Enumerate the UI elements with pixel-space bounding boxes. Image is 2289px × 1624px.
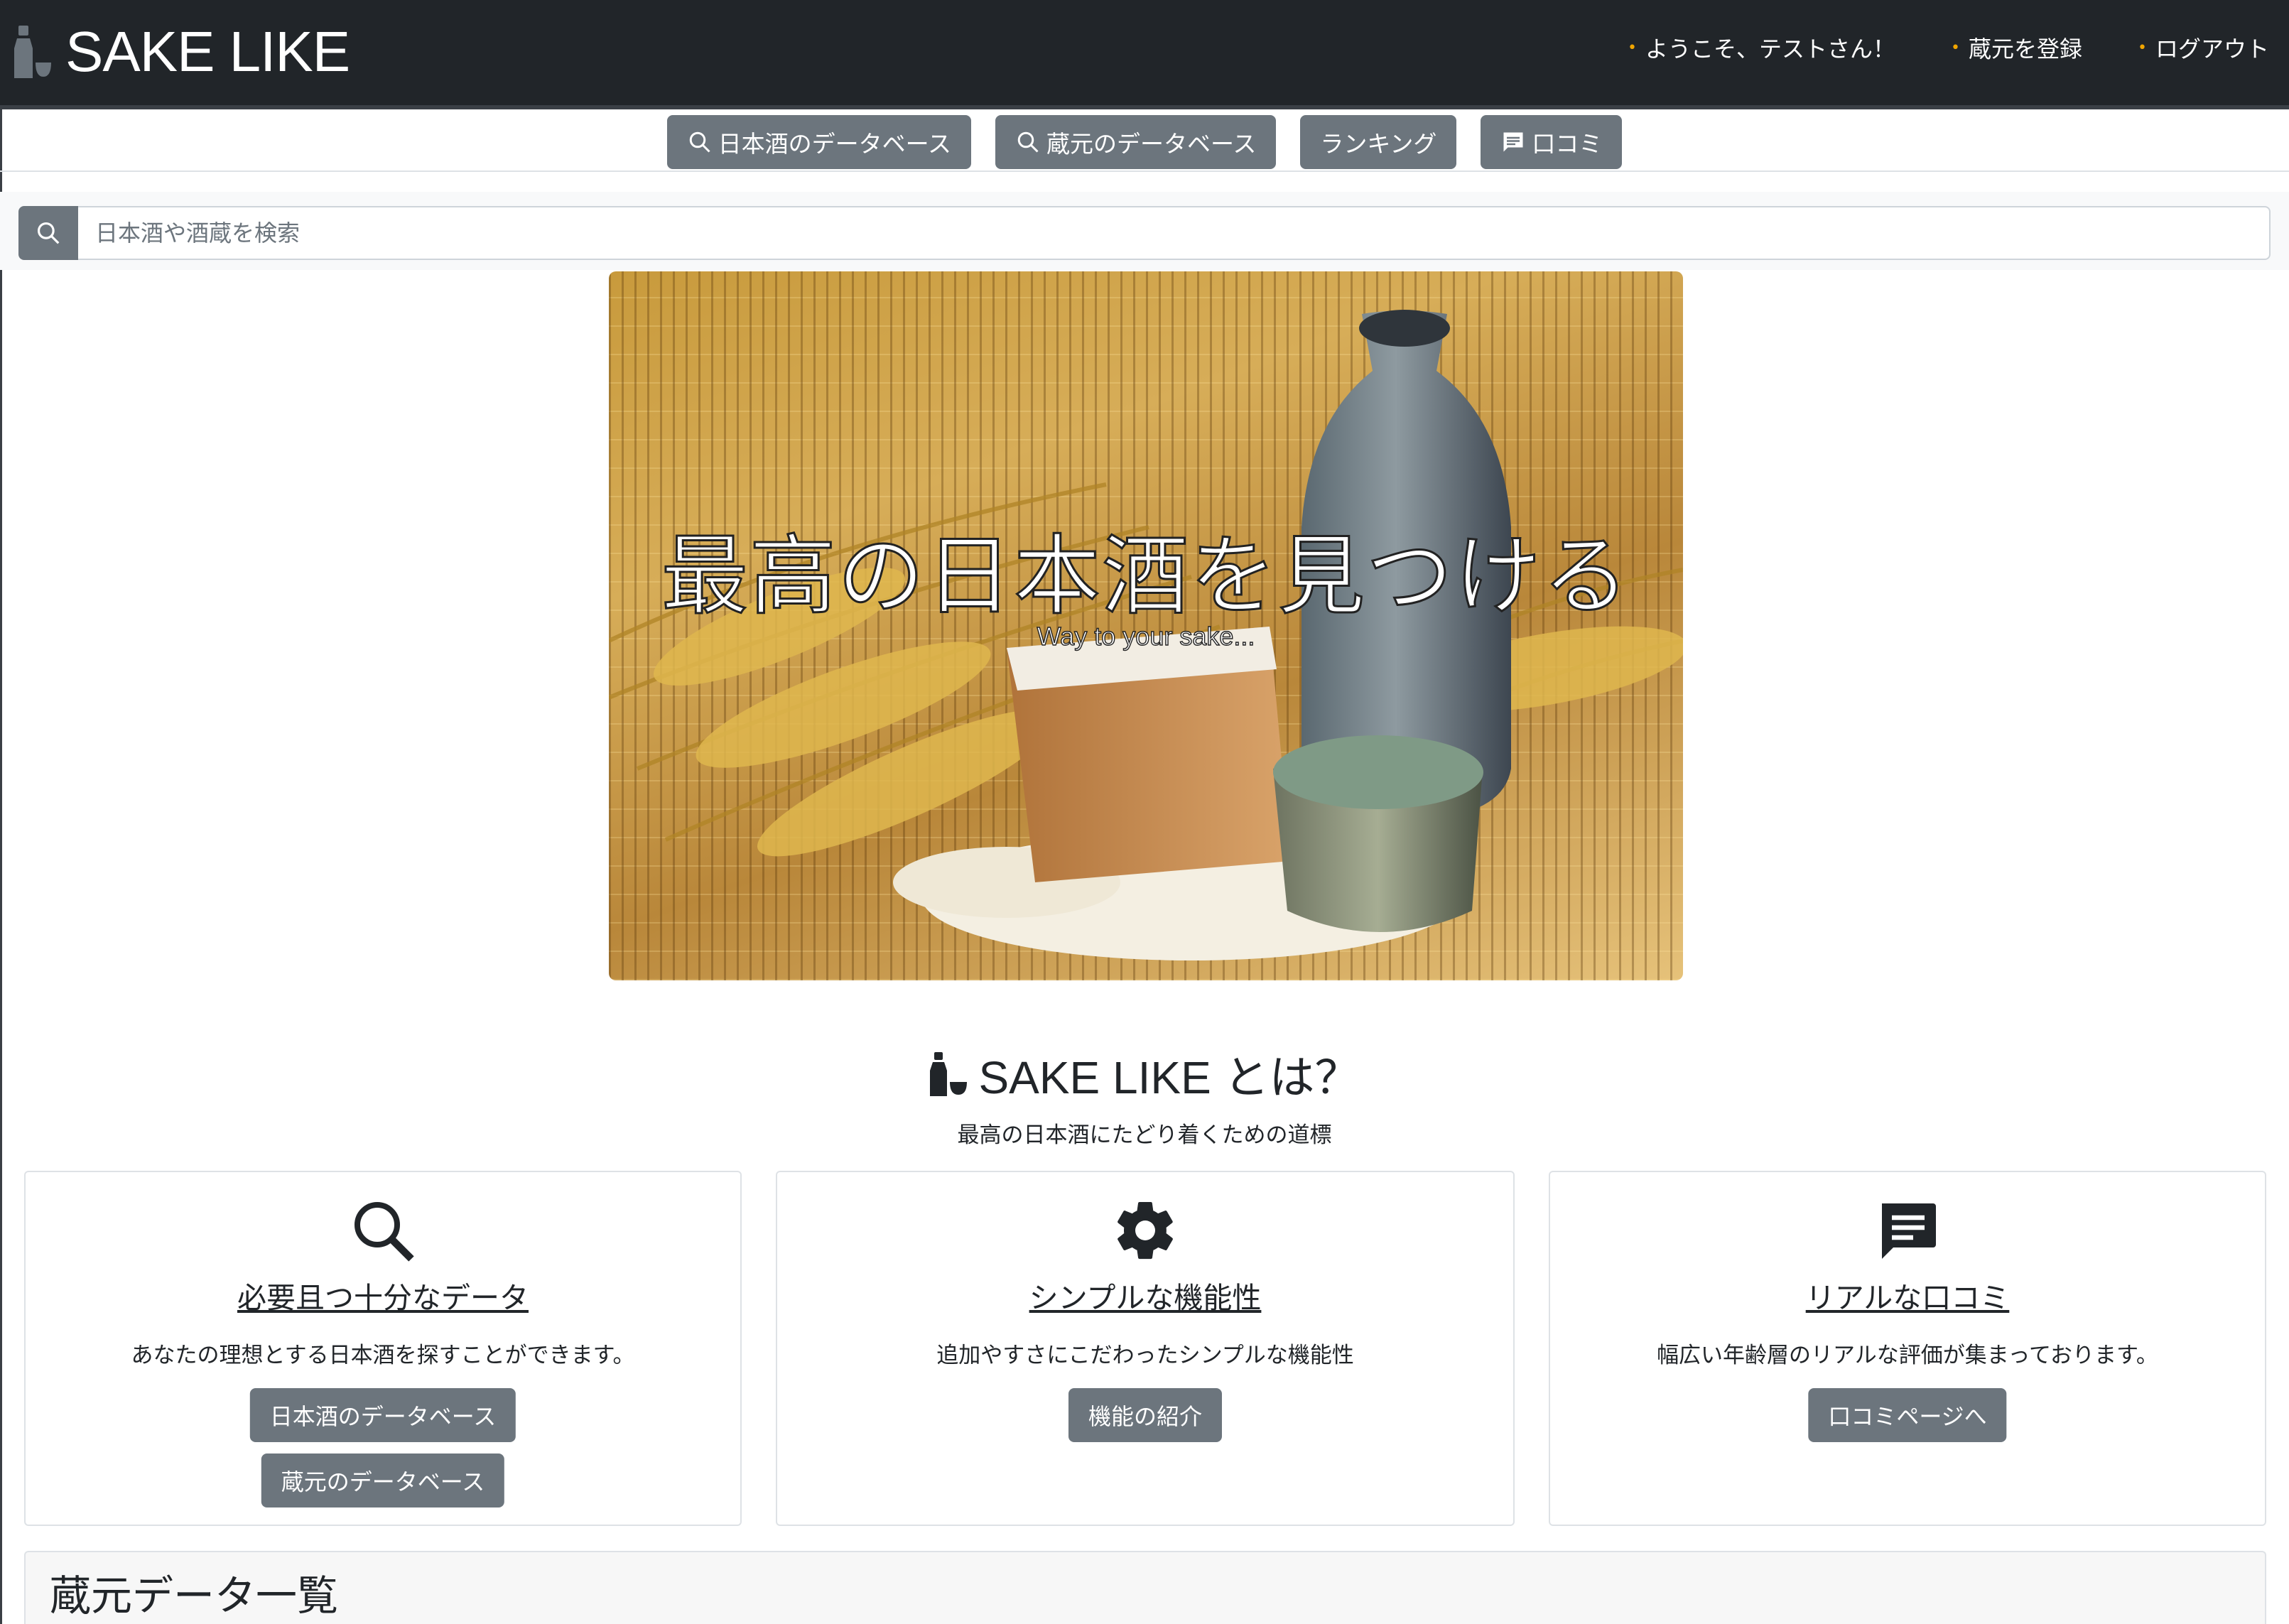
feature-card-data: 必要且つ十分なデータ あなたの理想とする日本酒を探すことができます。 日本酒のデ… (24, 1171, 742, 1526)
logout-label: ログアウト (2155, 36, 2269, 63)
gear-icon (1118, 1202, 1173, 1260)
comment-icon (1503, 132, 1523, 152)
search-icon (37, 222, 60, 244)
search-submit-button[interactable] (18, 206, 78, 260)
register-brewery-link[interactable]: • 蔵元を登録 (1951, 31, 2082, 64)
brewery-list-title: 蔵元データ一覧 (50, 1571, 339, 1620)
top-navbar: SAKE LIKE • ようこそ、テストさん！ • 蔵元を登録 • ログアウト (0, 0, 2289, 109)
hero-banner: 最高の日本酒を見つける Way to your sake... (609, 271, 1683, 980)
hero-subtitle: Way to your sake... (1037, 621, 1255, 651)
page-left-border (0, 109, 2, 1624)
nav-bullet-icon: • (2138, 38, 2147, 57)
feature-card-simple: シンプルな機能性 追加やすさにこだわったシンプルな機能性 機能の紹介 (776, 1171, 1515, 1526)
search-group (18, 206, 2271, 260)
about-title-brand: SAKE LIKE (978, 1052, 1211, 1103)
about-title: SAKE LIKE とは？ (978, 1041, 1360, 1107)
about-subtitle: 最高の日本酒にたどり着くための道標 (957, 1122, 1332, 1148)
reviews-page-button[interactable]: 口コミページへ (1808, 1388, 2007, 1442)
welcome-label: ようこそ、テストさん！ (1645, 36, 1895, 63)
about-title-suffix: とは？ (1223, 1052, 1360, 1105)
welcome-link[interactable]: • ようこそ、テストさん！ (1628, 31, 1895, 64)
hero-title: 最高の日本酒を見つける (661, 525, 1630, 628)
features-intro-button[interactable]: 機能の紹介 (1068, 1388, 1223, 1442)
feature-card-title[interactable]: シンプルな機能性 (777, 1274, 1513, 1316)
brand-name: SAKE LIKE (65, 20, 350, 83)
feature-card-text: 追加やすさにこだわったシンプルな機能性 (936, 1343, 1354, 1368)
ranking-label: ランキング (1320, 130, 1437, 158)
feature-card-text: 幅広い年齢層のリアルな評価が集まっております。 (1657, 1343, 2158, 1368)
top-nav: • ようこそ、テストさん！ • 蔵元を登録 • ログアウト (1628, 31, 2269, 64)
register-brewery-label: 蔵元を登録 (1968, 36, 2082, 63)
reviews-label: 口コミ (1532, 130, 1603, 158)
brand[interactable]: SAKE LIKE (13, 13, 350, 91)
category-bar: 日本酒のデータベース 蔵元のデータベース ランキング 口コミ (0, 114, 2289, 172)
feature-card-text: あなたの理想とする日本酒を探すことができます。 (131, 1343, 635, 1368)
brewery-database-label: 蔵元のデータベース (1046, 130, 1257, 158)
nav-bullet-icon: • (1951, 38, 1960, 57)
brewery-database-card-button[interactable]: 蔵元のデータベース (261, 1454, 505, 1507)
search-icon (689, 131, 710, 153)
feature-card-title[interactable]: 必要且つ十分なデータ (26, 1274, 740, 1316)
sake-bottle-logo-icon (930, 1052, 968, 1096)
feature-card-title[interactable]: リアルな口コミ (1550, 1274, 2265, 1316)
ranking-button[interactable]: ランキング (1300, 115, 1457, 169)
brewery-list-header: 蔵元データ一覧 (24, 1551, 2266, 1624)
search-icon (355, 1202, 414, 1262)
feature-card-reviews: リアルな口コミ 幅広い年齢層のリアルな評価が集まっております。 口コミページへ (1549, 1171, 2266, 1526)
search-input[interactable] (78, 206, 2271, 260)
search-icon (1017, 131, 1039, 153)
sake-database-label: 日本酒のデータベース (718, 130, 951, 158)
reviews-button[interactable]: 口コミ (1481, 115, 1623, 169)
brewery-database-button[interactable]: 蔵元のデータベース (995, 115, 1277, 169)
search-row (0, 192, 2289, 270)
nav-bullet-icon: • (1628, 38, 1637, 57)
sake-database-card-button[interactable]: 日本酒のデータベース (249, 1388, 516, 1442)
comment-icon (1882, 1203, 1936, 1259)
logout-link[interactable]: • ログアウト (2138, 31, 2269, 64)
sake-bottle-logo-icon (14, 26, 51, 78)
sake-database-button[interactable]: 日本酒のデータベース (666, 115, 971, 169)
about-heading: SAKE LIKE とは？ (0, 1041, 2289, 1107)
